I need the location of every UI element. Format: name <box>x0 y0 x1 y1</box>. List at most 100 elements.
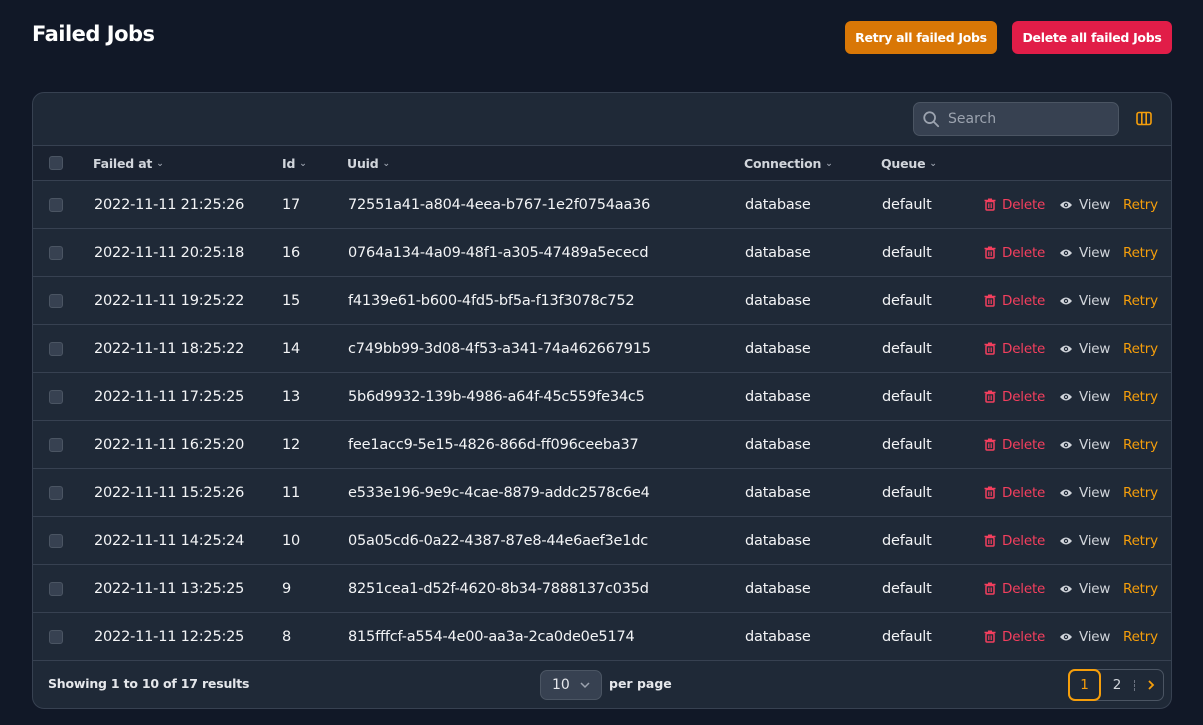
failed-at-cell: 2022-11-11 17:25:25 <box>94 388 245 405</box>
delete-button[interactable]: Delete <box>984 325 1045 372</box>
eye-icon <box>1060 393 1072 400</box>
eye-icon <box>1060 585 1072 592</box>
delete-button[interactable]: Delete <box>984 277 1045 324</box>
id-cell: 14 <box>282 340 301 357</box>
view-button[interactable]: View <box>1059 517 1110 564</box>
delete-button[interactable]: Delete <box>984 421 1045 468</box>
trash-icon <box>984 390 996 403</box>
delete-button[interactable]: Delete <box>984 229 1045 276</box>
view-button[interactable]: View <box>1059 229 1110 276</box>
search-box[interactable] <box>913 102 1119 136</box>
column-header-failed-at[interactable]: Failed at ⌄ <box>93 146 164 181</box>
row-checkbox[interactable] <box>49 582 63 596</box>
delete-button[interactable]: Delete <box>984 469 1045 516</box>
trash-icon <box>984 342 996 355</box>
view-label: View <box>1079 580 1111 597</box>
column-header-queue[interactable]: Queue ⌄ <box>881 146 937 181</box>
page-button-2[interactable]: 2 <box>1106 669 1128 701</box>
delete-button[interactable]: Delete <box>984 517 1045 564</box>
view-button[interactable]: View <box>1059 421 1110 468</box>
trash-icon <box>984 630 996 643</box>
retry-button[interactable]: Retry <box>1123 181 1158 228</box>
failed-at-cell: 2022-11-11 18:25:22 <box>94 340 245 357</box>
retry-button[interactable]: Retry <box>1123 469 1158 516</box>
delete-label: Delete <box>1002 484 1046 501</box>
queue-cell: default <box>882 388 932 405</box>
row-checkbox[interactable] <box>49 534 63 548</box>
delete-button[interactable]: Delete <box>984 565 1045 612</box>
retry-button[interactable]: Retry <box>1123 517 1158 564</box>
delete-label: Delete <box>1002 388 1046 405</box>
retry-label: Retry <box>1123 196 1158 213</box>
table-header: Failed at ⌄ Id ⌄ Uuid ⌄ Connection ⌄ Que… <box>33 146 1171 181</box>
view-button[interactable]: View <box>1059 181 1110 228</box>
sort-chevron-icon: ⌄ <box>156 158 164 169</box>
queue-cell: default <box>882 628 932 645</box>
per-page-select[interactable]: 10 <box>540 670 602 700</box>
retry-button[interactable]: Retry <box>1123 565 1158 612</box>
uuid-cell: 815fffcf-a554-4e00-aa3a-2ca0de0e5174 <box>348 628 635 645</box>
column-header-uuid[interactable]: Uuid ⌄ <box>347 146 390 181</box>
search-input[interactable] <box>948 111 1108 127</box>
select-all-checkbox[interactable] <box>49 156 63 170</box>
table-row: 2022-11-11 21:25:26 17 72551a41-a804-4eea-… <box>33 181 1171 229</box>
column-header-label: Queue <box>881 156 926 171</box>
column-header-id[interactable]: Id ⌄ <box>282 146 307 181</box>
table-row: 2022-11-11 17:25:25 13 5b6d9932-139b-4986-… <box>33 373 1171 421</box>
eye-icon <box>1060 249 1072 256</box>
row-checkbox[interactable] <box>49 390 63 404</box>
queue-cell: default <box>882 532 932 549</box>
delete-label: Delete <box>1002 244 1046 261</box>
next-page-button[interactable] <box>1141 669 1161 701</box>
view-button[interactable]: View <box>1059 277 1110 324</box>
retry-button[interactable]: Retry <box>1123 373 1158 420</box>
row-checkbox[interactable] <box>49 486 63 500</box>
connection-cell: database <box>745 484 811 501</box>
retry-label: Retry <box>1123 484 1158 501</box>
queue-cell: default <box>882 244 932 261</box>
retry-button[interactable]: Retry <box>1123 325 1158 372</box>
delete-button[interactable]: Delete <box>984 181 1045 228</box>
connection-cell: database <box>745 388 811 405</box>
id-cell: 13 <box>282 388 301 405</box>
view-button[interactable]: View <box>1059 373 1110 420</box>
delete-label: Delete <box>1002 292 1046 309</box>
retry-label: Retry <box>1123 628 1158 645</box>
row-checkbox[interactable] <box>49 438 63 452</box>
view-button[interactable]: View <box>1059 325 1110 372</box>
view-button[interactable]: View <box>1059 565 1110 612</box>
id-cell: 16 <box>282 244 301 261</box>
delete-label: Delete <box>1002 532 1046 549</box>
row-checkbox[interactable] <box>49 246 63 260</box>
table-row: 2022-11-11 19:25:22 15 f4139e61-b600-4fd5-… <box>33 277 1171 325</box>
retry-all-failed-jobs-button[interactable]: Retry all failed Jobs <box>845 21 997 54</box>
retry-button[interactable]: Retry <box>1123 613 1158 660</box>
page-button-1[interactable]: 1 <box>1068 669 1101 701</box>
id-cell: 12 <box>282 436 301 453</box>
delete-button[interactable]: Delete <box>984 613 1045 660</box>
delete-label: Delete <box>1002 436 1046 453</box>
delete-button[interactable]: Delete <box>984 373 1045 420</box>
row-checkbox[interactable] <box>49 198 63 212</box>
eye-icon <box>1060 633 1072 640</box>
retry-label: Retry <box>1123 292 1158 309</box>
retry-button[interactable]: Retry <box>1123 421 1158 468</box>
view-button[interactable]: View <box>1059 613 1110 660</box>
failed-at-cell: 2022-11-11 16:25:20 <box>94 436 245 453</box>
retry-button[interactable]: Retry <box>1123 277 1158 324</box>
results-summary: Showing 1 to 10 of 17 results <box>48 676 250 691</box>
view-button[interactable]: View <box>1059 469 1110 516</box>
delete-all-failed-jobs-button[interactable]: Delete all failed Jobs <box>1012 21 1172 54</box>
uuid-cell: 8251cea1-d52f-4620-8b34-7888137c035d <box>348 580 649 597</box>
columns-icon[interactable] <box>1136 111 1152 130</box>
row-checkbox[interactable] <box>49 342 63 356</box>
connection-cell: database <box>745 532 811 549</box>
row-checkbox[interactable] <box>49 294 63 308</box>
column-header-connection[interactable]: Connection ⌄ <box>744 146 833 181</box>
row-checkbox[interactable] <box>49 630 63 644</box>
view-label: View <box>1079 292 1111 309</box>
pagination: 1 2 <box>1068 669 1164 701</box>
failed-at-cell: 2022-11-11 13:25:25 <box>94 580 245 597</box>
retry-button[interactable]: Retry <box>1123 229 1158 276</box>
column-header-label: Uuid <box>347 156 379 171</box>
